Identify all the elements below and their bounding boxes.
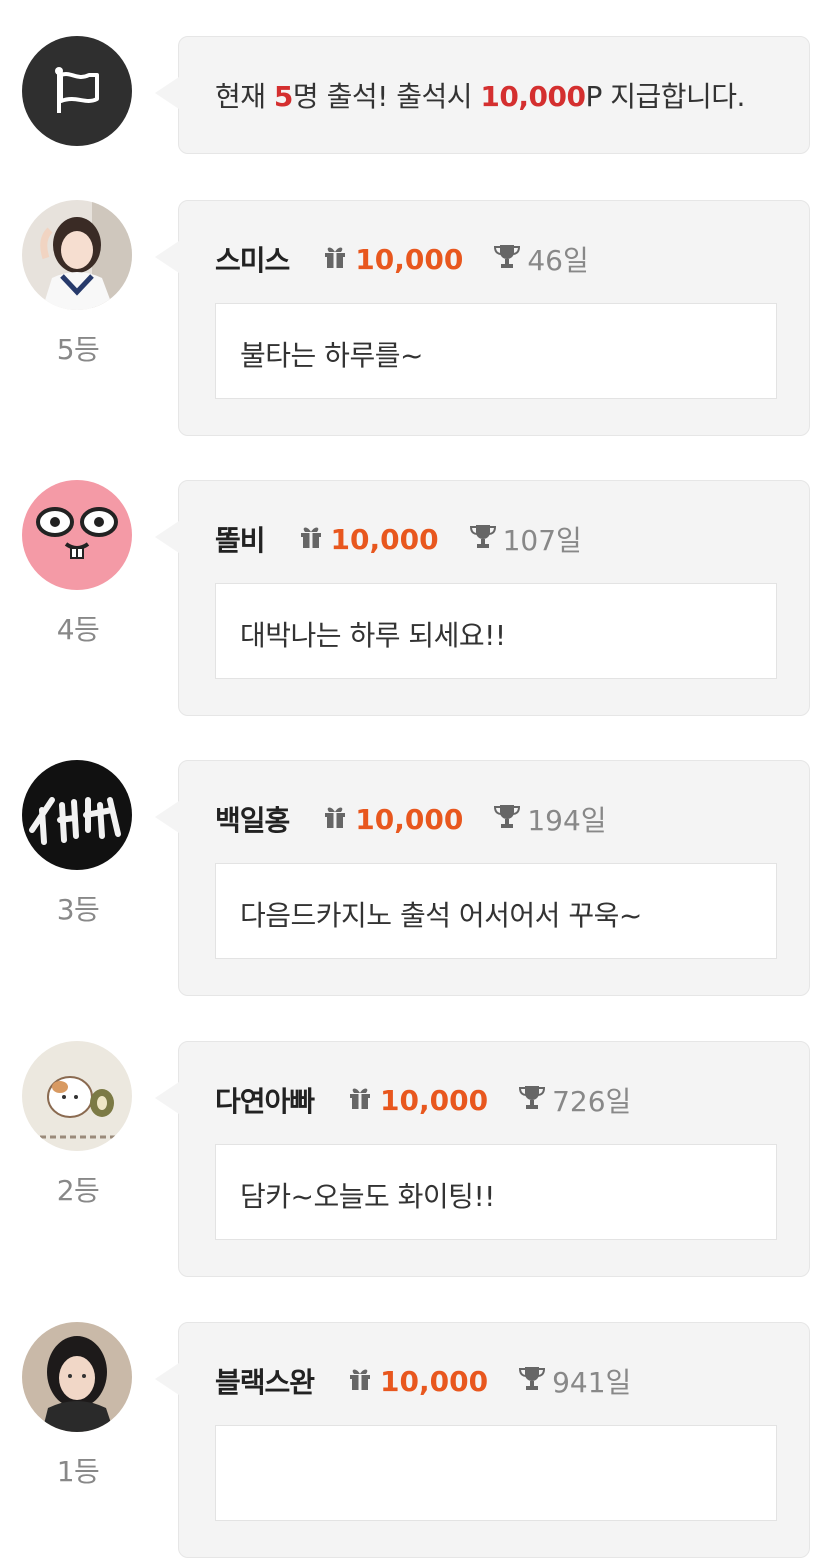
gift-icon xyxy=(297,523,325,556)
gift-icon xyxy=(346,1365,374,1398)
attendance-days: 726일 xyxy=(518,1080,631,1120)
entry-card: 백일홍 10,000 194일 다음드카지노 출석 어서어서 꾸욱~ xyxy=(155,760,810,996)
attendance-days: 941일 xyxy=(518,1361,631,1401)
avatar[interactable] xyxy=(22,1041,132,1151)
rank-label: 1등 xyxy=(56,1455,100,1488)
attendance-days: 46일 xyxy=(493,239,589,279)
avatar[interactable] xyxy=(22,200,132,310)
trophy-icon xyxy=(493,803,521,836)
avatar[interactable] xyxy=(22,760,132,870)
rank-label: 3등 xyxy=(56,893,100,926)
greeting-message: 다음드카지노 출석 어서어서 꾸욱~ xyxy=(215,863,777,959)
greeting-message: 대박나는 하루 되세요!! xyxy=(215,583,777,679)
notice-card: 현재 5명 출석! 출석시 10,000P 지급합니다. xyxy=(155,36,810,154)
flag-icon xyxy=(22,36,132,146)
rank-label: 2등 xyxy=(56,1174,100,1207)
user-name[interactable]: 다연아빠 xyxy=(215,1080,315,1120)
gift-icon xyxy=(321,803,349,836)
greeting-message: 담카~오늘도 화이팅!! xyxy=(215,1144,777,1240)
points-value: 10,000 xyxy=(297,523,439,556)
rank-label: 5등 xyxy=(56,333,100,366)
user-name[interactable]: 백일홍 xyxy=(215,799,290,839)
attendance-days: 194일 xyxy=(493,799,607,839)
trophy-icon xyxy=(469,523,497,556)
gift-icon xyxy=(346,1084,374,1117)
points-value: 10,000 xyxy=(346,1365,488,1398)
trophy-icon xyxy=(518,1084,546,1117)
entry-card: 스미스 10,000 46일 불타는 하루를~ xyxy=(155,200,810,436)
greeting-message: 불타는 하루를~ xyxy=(215,303,777,399)
trophy-icon xyxy=(493,243,521,276)
gift-icon xyxy=(321,243,349,276)
attendance-days: 107일 xyxy=(469,519,582,559)
user-name[interactable]: 블랙스완 xyxy=(215,1361,315,1401)
points-value: 10,000 xyxy=(346,1084,488,1117)
avatar[interactable] xyxy=(22,480,132,590)
trophy-icon xyxy=(518,1365,546,1398)
points-value: 10,000 xyxy=(321,243,463,276)
notice-text: 현재 5명 출석! 출석시 10,000P 지급합니다. xyxy=(215,80,745,113)
rank-label: 4등 xyxy=(56,613,100,646)
user-name[interactable]: 스미스 xyxy=(215,239,290,279)
greeting-message xyxy=(215,1425,777,1521)
avatar[interactable] xyxy=(22,1322,132,1432)
points-value: 10,000 xyxy=(321,803,463,836)
user-name[interactable]: 똘비 xyxy=(215,519,266,559)
entry-card: 블랙스완 10,000 941일 xyxy=(155,1322,810,1558)
entry-card: 다연아빠 10,000 726일 담카~오늘도 화이팅!! xyxy=(155,1041,810,1277)
entry-card: 똘비 10,000 107일 대박나는 하루 되세요!! xyxy=(155,480,810,716)
